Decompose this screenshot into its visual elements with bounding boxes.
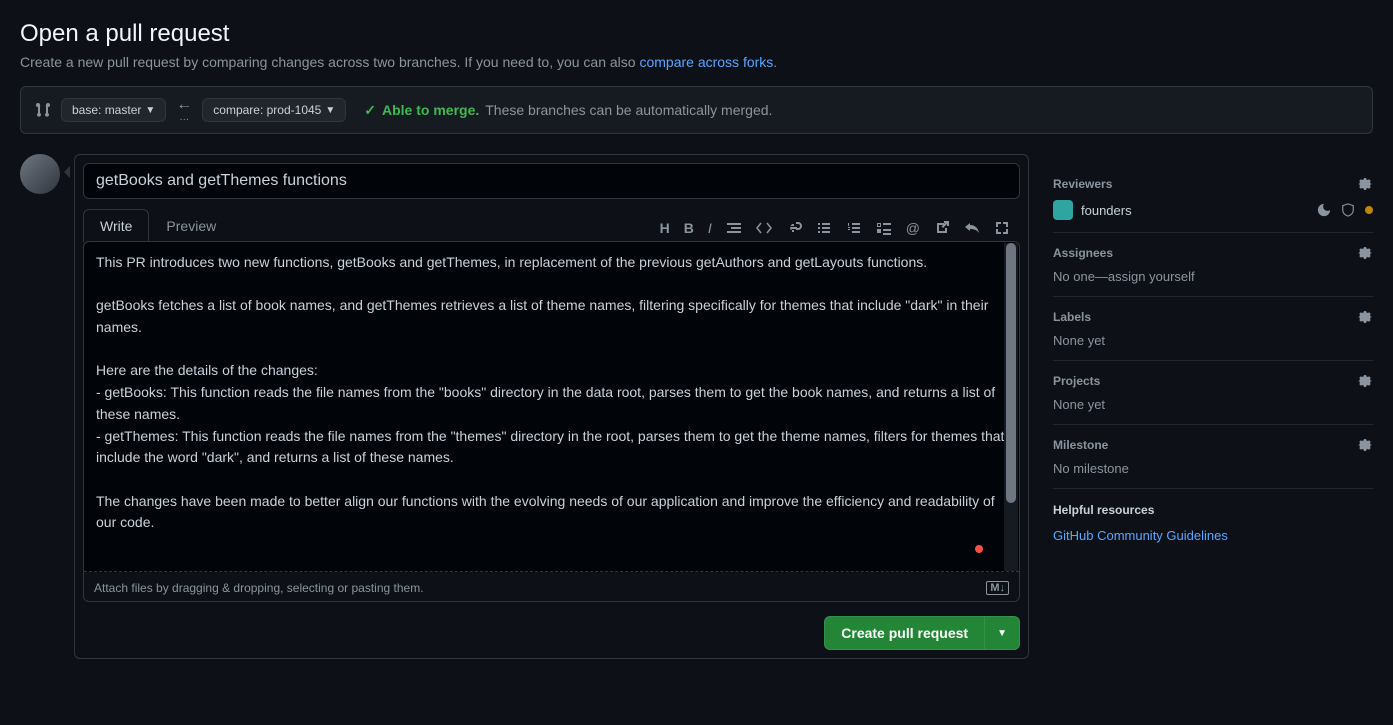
pr-title-input[interactable] bbox=[83, 163, 1020, 199]
help-title: Helpful resources bbox=[1053, 503, 1373, 517]
merge-desc-text: These branches can be automatically merg… bbox=[485, 102, 772, 118]
subtitle-text: Create a new pull request by comparing c… bbox=[20, 54, 639, 70]
gear-icon[interactable] bbox=[1357, 373, 1373, 389]
heading-icon[interactable]: H bbox=[660, 220, 670, 236]
base-branch-selector[interactable]: base: master ▼ bbox=[61, 98, 166, 122]
subtitle-suffix: . bbox=[773, 54, 777, 70]
labels-title: Labels bbox=[1053, 310, 1091, 324]
assign-yourself-link[interactable]: assign yourself bbox=[1108, 269, 1195, 284]
milestone-title: Milestone bbox=[1053, 438, 1108, 452]
labels-value: None yet bbox=[1053, 333, 1373, 348]
caret-down-icon: ▼ bbox=[325, 105, 335, 116]
tab-preview[interactable]: Preview bbox=[149, 209, 233, 242]
compare-branch-label: compare: prod-1045 bbox=[213, 103, 321, 117]
check-icon: ✓ bbox=[364, 102, 376, 119]
community-guidelines-link[interactable]: GitHub Community Guidelines bbox=[1053, 528, 1228, 543]
assignees-value: No one— bbox=[1053, 269, 1108, 284]
projects-value: None yet bbox=[1053, 397, 1373, 412]
reply-icon[interactable] bbox=[964, 220, 980, 236]
recording-indicator-icon bbox=[975, 545, 983, 553]
create-pr-dropdown[interactable]: ▼ bbox=[985, 616, 1020, 650]
base-branch-label: base: master bbox=[72, 103, 141, 117]
gear-icon[interactable] bbox=[1357, 309, 1373, 325]
reviewer-name: founders bbox=[1081, 203, 1132, 218]
gear-icon[interactable] bbox=[1357, 437, 1373, 453]
page-title: Open a pull request bbox=[20, 20, 1373, 48]
unordered-list-icon[interactable] bbox=[816, 220, 832, 236]
markdown-toolbar: H B I @ bbox=[650, 214, 1020, 242]
page-subtitle: Create a new pull request by comparing c… bbox=[20, 54, 1373, 70]
tab-write[interactable]: Write bbox=[83, 209, 149, 242]
caret-down-icon: ▼ bbox=[145, 105, 155, 116]
reviewers-title: Reviewers bbox=[1053, 177, 1112, 191]
projects-title: Projects bbox=[1053, 374, 1100, 388]
gear-icon[interactable] bbox=[1357, 176, 1373, 192]
create-pr-button[interactable]: Create pull request bbox=[824, 616, 985, 650]
status-dot-icon bbox=[1365, 206, 1373, 214]
body-editor-wrap: Attach files by dragging & dropping, sel… bbox=[83, 241, 1020, 602]
shield-icon bbox=[1341, 203, 1355, 217]
quote-icon[interactable] bbox=[726, 220, 742, 236]
compare-forks-link[interactable]: compare across forks bbox=[639, 54, 773, 70]
cross-reference-icon[interactable] bbox=[934, 220, 950, 236]
ordered-list-icon[interactable] bbox=[846, 220, 862, 236]
markdown-icon[interactable]: M↓ bbox=[986, 581, 1009, 595]
expand-icon[interactable] bbox=[994, 220, 1010, 236]
arrow-separator: ←… bbox=[176, 97, 192, 123]
mention-icon[interactable]: @ bbox=[906, 220, 920, 236]
bold-icon[interactable]: B bbox=[684, 220, 694, 236]
milestone-value: No milestone bbox=[1053, 461, 1373, 476]
scrollbar[interactable] bbox=[1004, 243, 1018, 571]
assignees-title: Assignees bbox=[1053, 246, 1113, 260]
user-avatar[interactable] bbox=[20, 154, 60, 194]
compare-branch-selector[interactable]: compare: prod-1045 ▼ bbox=[202, 98, 346, 122]
editor-tabs: Write Preview bbox=[83, 209, 233, 242]
pr-body-textarea[interactable] bbox=[84, 242, 1019, 572]
merge-status: ✓ Able to merge. These branches can be a… bbox=[364, 102, 772, 119]
gear-icon[interactable] bbox=[1357, 245, 1373, 261]
italic-icon[interactable]: I bbox=[708, 220, 712, 236]
task-list-icon[interactable] bbox=[876, 220, 892, 236]
sidebar: Reviewers founders Assignees No one—assi… bbox=[1053, 154, 1373, 659]
branch-compare-bar: base: master ▼ ←… compare: prod-1045 ▼ ✓ A… bbox=[20, 86, 1373, 134]
pr-form: Write Preview H B I @ bbox=[74, 154, 1029, 659]
reviewer-row[interactable]: founders bbox=[1053, 200, 1373, 220]
reviewer-avatar bbox=[1053, 200, 1073, 220]
attach-hint[interactable]: Attach files by dragging & dropping, sel… bbox=[94, 581, 424, 595]
merge-ok-text: Able to merge. bbox=[382, 102, 479, 118]
moon-icon bbox=[1317, 203, 1331, 217]
code-icon[interactable] bbox=[756, 220, 772, 236]
git-compare-icon bbox=[35, 102, 51, 118]
link-icon[interactable] bbox=[786, 220, 802, 236]
